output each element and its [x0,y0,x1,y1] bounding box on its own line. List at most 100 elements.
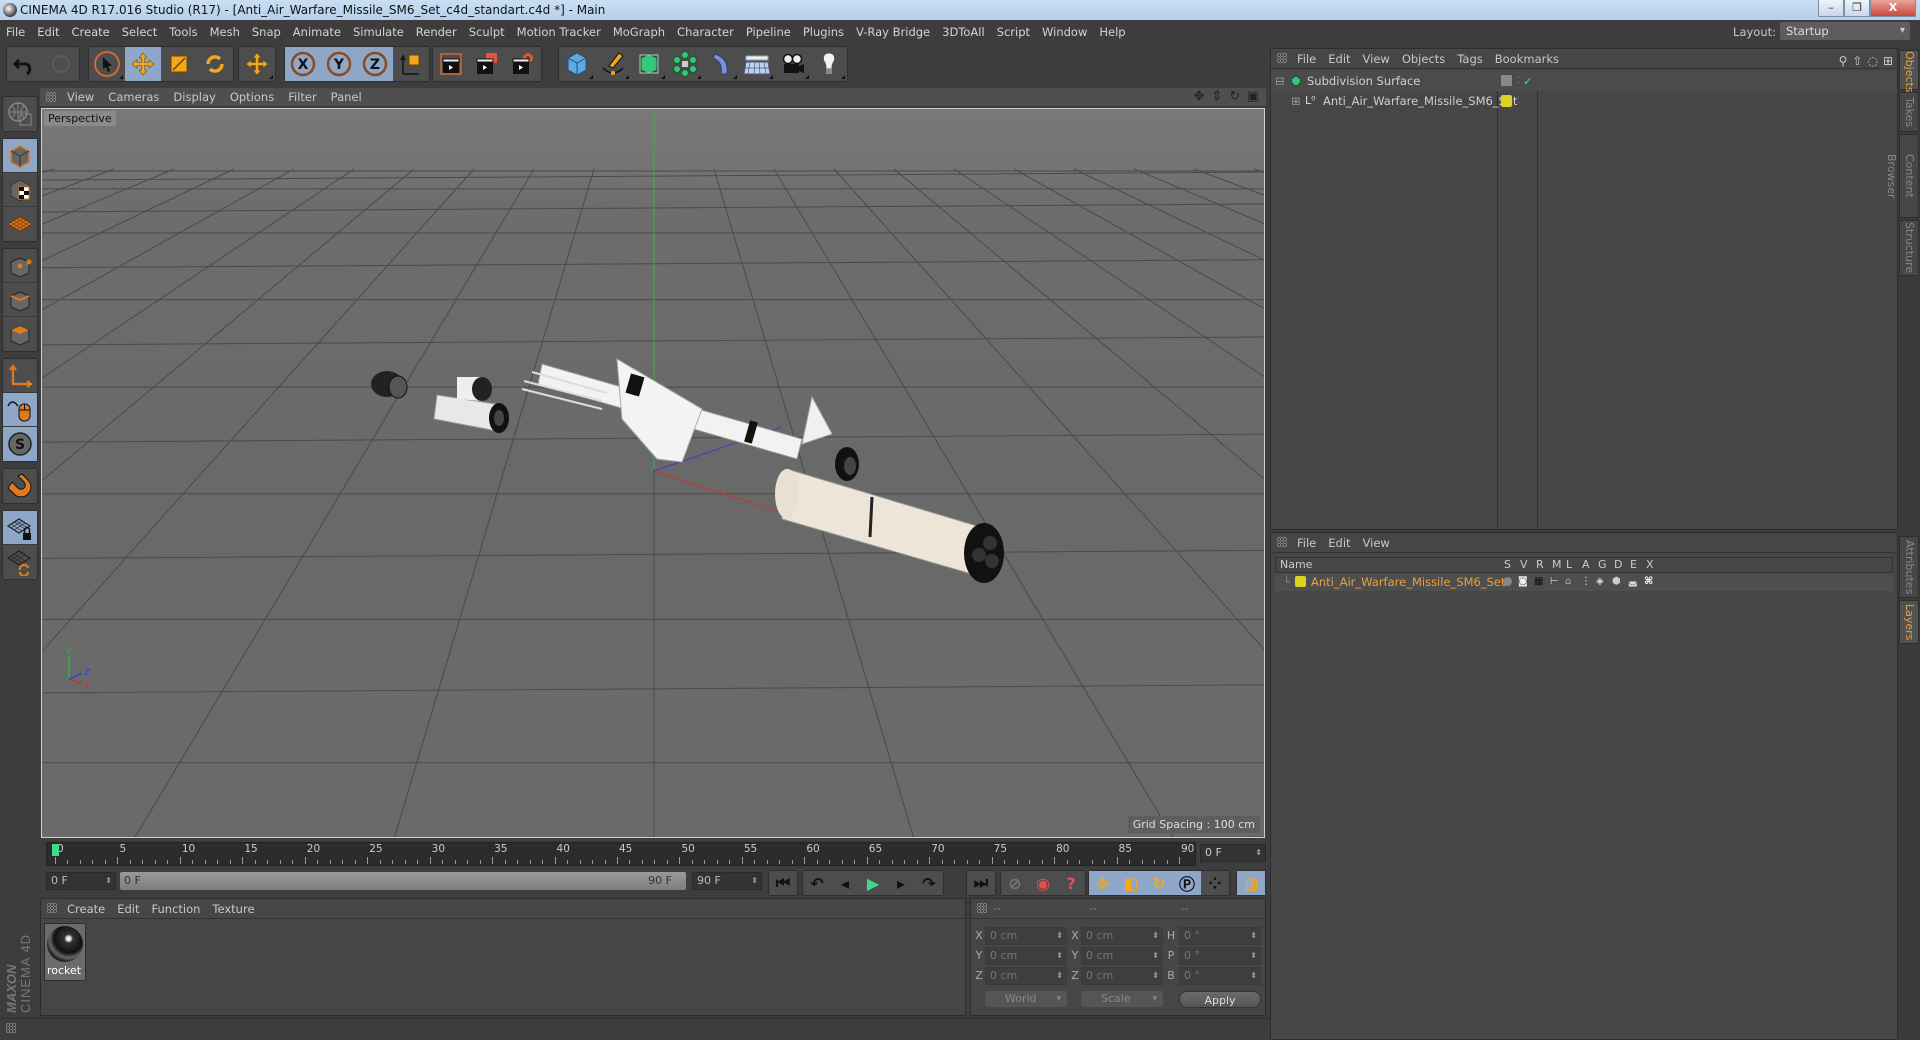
menu-help[interactable]: Help [1093,20,1131,44]
size-x-field[interactable]: 0 cm ⬍ [1081,927,1163,945]
close-button[interactable]: X [1870,0,1916,17]
coordinate-system-button[interactable] [393,47,429,81]
object-row-subdivision-surface[interactable]: ⊟ Subdivision Surface ⁚ ✓ [1271,71,1897,91]
goto-end-button[interactable]: ⏭ [967,871,995,895]
panel-grip-icon[interactable] [47,903,57,913]
material-menu-create[interactable]: Create [61,899,111,919]
autokey-button[interactable]: ? [1057,871,1085,895]
panel-grip-icon[interactable] [1277,53,1287,63]
menu-pipeline[interactable]: Pipeline [740,20,797,44]
render-view-button[interactable] [433,47,469,81]
layer-color-swatch[interactable] [1295,576,1306,587]
xref-icon[interactable]: ⌘ [1644,573,1653,591]
coordinate-mode-dropdown[interactable]: World [985,991,1067,1007]
orbit-view-icon[interactable]: ↻ [1228,90,1242,104]
view-eye-icon[interactable]: ◙ [1518,573,1528,591]
col-locked[interactable]: L [1566,558,1572,572]
menu-mesh[interactable]: Mesh [204,20,246,44]
lock-open-icon[interactable]: ⌂ [1565,573,1571,591]
solo-mode-button[interactable]: S [3,427,37,461]
new-window-icon[interactable]: ⊞ [1883,51,1893,71]
redo-button[interactable] [43,47,79,81]
key-rotation-button[interactable]: ↻ [1145,871,1173,895]
spinner-icon[interactable]: ⬍ [1255,845,1262,861]
rotation-p-field[interactable]: 0 ° ⬍ [1179,947,1261,965]
frame-range-slider[interactable]: 0 F 90 F [120,872,686,890]
col-view[interactable]: V [1520,558,1528,572]
collapse-icon[interactable]: ⊟ [1275,71,1285,91]
om-menu-view[interactable]: View [1357,49,1396,69]
light-button[interactable] [811,47,847,81]
panel-grip-icon[interactable] [977,903,987,913]
make-editable-button[interactable] [3,97,37,131]
render-settings-button[interactable] [505,47,541,81]
viewport-menu-options[interactable]: Options [223,88,281,106]
material-menu-edit[interactable]: Edit [111,899,145,919]
material-menu-function[interactable]: Function [146,899,207,919]
om-menu-file[interactable]: File [1291,49,1322,69]
render-picture-viewer-button[interactable] [469,47,505,81]
key-point-level-button[interactable]: ⁘ [1201,871,1229,895]
polygons-mode-button[interactable] [3,317,37,351]
material-swatch[interactable]: rocket [44,923,86,981]
motion-path-button[interactable]: ⊘ [1001,871,1029,895]
expand-icon[interactable]: ⊞ [1291,91,1301,111]
lm-menu-file[interactable]: File [1291,533,1322,553]
locked-workplane-button[interactable] [3,511,37,545]
panel-grip-icon[interactable] [1277,537,1287,547]
apply-button[interactable]: Apply [1179,991,1261,1008]
planar-workplane-button[interactable] [3,545,37,579]
search-icon[interactable]: ⚲ [1839,51,1848,71]
menu-3dtoall[interactable]: 3DToAll [936,20,991,44]
cube-button[interactable] [559,47,595,81]
col-generators[interactable]: G [1598,558,1607,572]
scale-tool-button[interactable] [161,47,197,81]
viewport-menu-cameras[interactable]: Cameras [101,88,166,106]
col-animation[interactable]: A [1582,558,1590,572]
render-clapper-icon[interactable]: ▦ [1534,573,1543,591]
axis-mode-button[interactable] [3,359,37,393]
object-name[interactable]: Anti_Air_Warfare_Missile_SM6_Set [1323,91,1517,111]
menu-animate[interactable]: Animate [287,20,347,44]
key-parameter-button[interactable]: Ⓟ [1173,871,1201,895]
restore-button[interactable]: ❐ [1844,0,1870,17]
workplane-mode-button[interactable] [3,207,37,241]
texture-mode-button[interactable] [3,173,37,207]
col-expressions[interactable]: E [1630,558,1637,572]
menu-simulate[interactable]: Simulate [347,20,410,44]
key-position-button[interactable]: ✥ [1089,871,1117,895]
previous-key-button[interactable]: ↶ [803,871,831,895]
camera-button[interactable] [775,47,811,81]
tweak-mode-button[interactable] [3,393,37,427]
home-up-icon[interactable]: ⇧ [1852,51,1862,71]
spinner-icon[interactable]: ⬍ [751,873,758,889]
visibility-dots-icon[interactable]: ⁚ [1517,71,1520,91]
layer-color-tag[interactable] [1501,95,1512,107]
expressions-icon[interactable]: ◛ [1628,573,1638,591]
position-z-field[interactable]: 0 cm ⬍ [985,967,1067,985]
recent-move-button[interactable] [239,47,275,81]
col-name[interactable]: Name [1280,558,1312,572]
floor-button[interactable] [739,47,775,81]
pen-spline-button[interactable] [595,47,631,81]
timeline-ruler[interactable]: 0 5 10 15 20 25 30 35 40 45 50 55 60 65 70 75 80 85 90 [46,842,1196,866]
subdivision-surface-button[interactable] [631,47,667,81]
menu-snap[interactable]: Snap [246,20,287,44]
panel-grip-icon[interactable] [46,92,56,102]
generators-icon[interactable]: ◈ [1596,573,1604,591]
menu-select[interactable]: Select [116,20,163,44]
material-menu-texture[interactable]: Texture [206,899,260,919]
deformer-button[interactable] [703,47,739,81]
col-xref[interactable]: X [1646,558,1654,572]
position-x-field[interactable]: 0 cm ⬍ [985,927,1067,945]
next-frame-button[interactable]: ▸ [887,871,915,895]
position-y-field[interactable]: 0 cm ⬍ [985,947,1067,965]
menu-edit[interactable]: Edit [31,20,65,44]
object-row-missile-set[interactable]: ⊞ L⁰ Anti_Air_Warfare_Missile_SM6_Set ⁚ [1271,91,1897,111]
object-name[interactable]: Subdivision Surface [1307,71,1420,91]
current-frame-field[interactable]: 0 F ⬍ [1200,844,1266,862]
viewport-menu-panel[interactable]: Panel [324,88,369,106]
timeline-window-button[interactable]: ▥ [1237,871,1265,895]
points-mode-button[interactable] [3,249,37,283]
deformers-icon[interactable]: ⬢ [1612,573,1621,591]
